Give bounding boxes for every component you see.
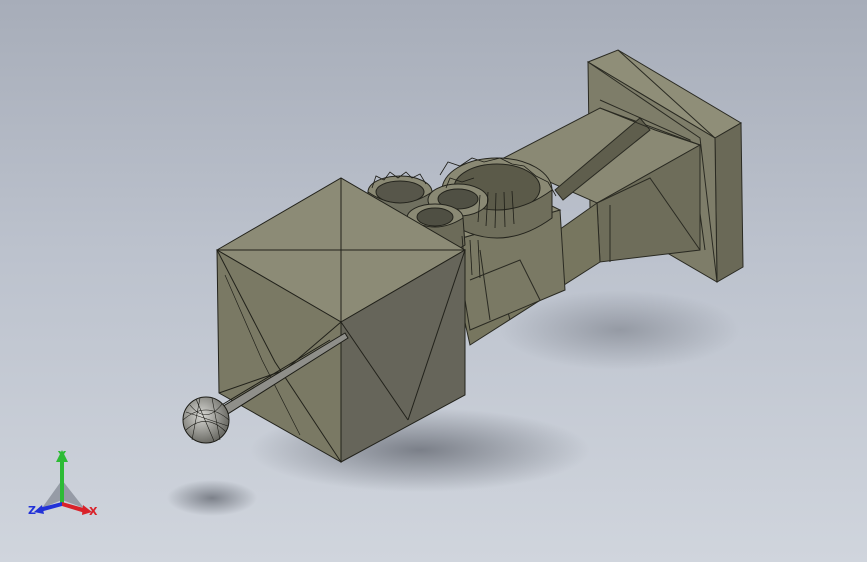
lever-knob[interactable] bbox=[182, 396, 230, 444]
y-axis-arrow bbox=[60, 458, 64, 504]
x-axis-label: X bbox=[89, 505, 98, 518]
model-scene[interactable] bbox=[0, 0, 867, 562]
y-axis-label: Y bbox=[58, 449, 66, 462]
orientation-triad[interactable]: Y Z X bbox=[22, 448, 104, 524]
z-axis-label: Z bbox=[28, 504, 36, 517]
3d-viewport[interactable]: Y Z X bbox=[0, 0, 867, 562]
